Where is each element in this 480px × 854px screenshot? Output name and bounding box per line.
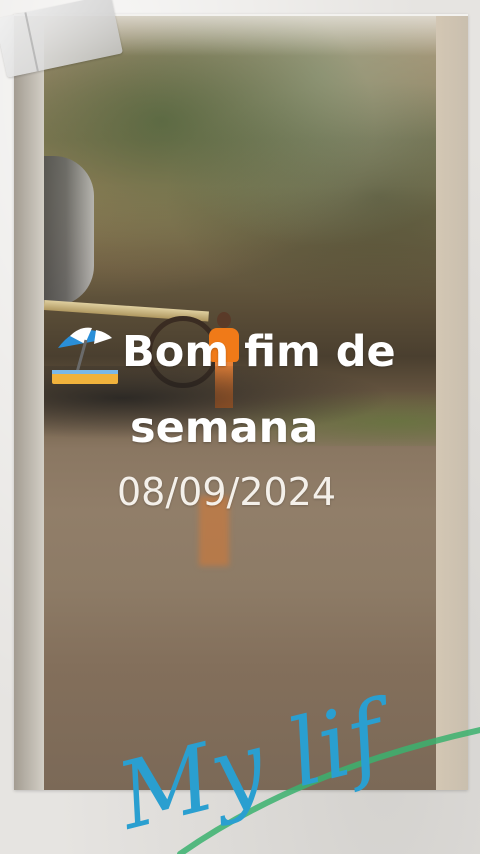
- trees: [44, 16, 436, 316]
- headline-line-1: Bom fim de: [122, 327, 396, 377]
- beach-umbrella-icon: [52, 327, 118, 384]
- headline-line-2: semana: [130, 403, 319, 453]
- drainage-pipe: [44, 156, 94, 306]
- left-film-strip: [14, 16, 44, 790]
- post-date: 08/09/2024: [117, 470, 337, 514]
- person-head: [217, 312, 231, 328]
- right-film-strip: [436, 16, 468, 790]
